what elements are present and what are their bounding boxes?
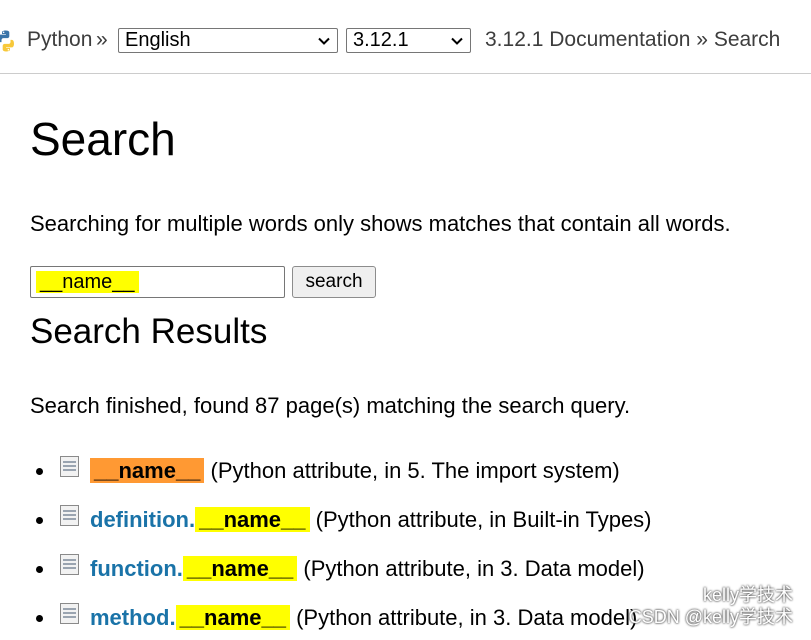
result-prefix: definition. <box>90 507 196 532</box>
search-status: Search finished, found 87 page(s) matchi… <box>30 393 631 418</box>
language-select[interactable]: English <box>118 28 338 53</box>
page-title: Search <box>30 113 176 165</box>
file-icon <box>60 505 79 526</box>
result-link[interactable]: method. __name__ <box>90 605 290 630</box>
chevron-down-icon <box>451 37 463 45</box>
result-prefix: method. <box>90 605 176 630</box>
breadcrumb-separator: » <box>96 28 108 51</box>
chevron-down-icon <box>318 37 330 45</box>
bullet <box>36 517 43 524</box>
watermark: kelly学技术 CSDN @kelly学技术 <box>629 584 793 628</box>
result-description: (Python attribute, in Built-in Types) <box>315 507 652 532</box>
result-description: (Python attribute, in 3. Data model) <box>303 556 645 581</box>
result-match-highlight: __name__ <box>90 458 205 483</box>
result-prefix: function. <box>90 556 183 581</box>
search-input[interactable]: __name__ <box>30 266 285 298</box>
breadcrumb-python-link[interactable]: Python <box>27 28 92 52</box>
bullet <box>36 468 43 475</box>
result-match-highlight: __name__ <box>175 605 290 630</box>
file-icon <box>60 554 79 575</box>
search-results-heading: Search Results <box>30 312 268 351</box>
result-link[interactable]: function. __name__ <box>90 556 298 581</box>
language-select-value: English <box>125 29 191 51</box>
search-input-value: __name__ <box>36 271 139 293</box>
version-select[interactable]: 3.12.1 <box>346 28 471 53</box>
search-button[interactable]: search <box>292 266 376 298</box>
search-note: Searching for multiple words only shows … <box>30 211 731 236</box>
file-icon <box>60 603 79 624</box>
watermark-line2: CSDN @kelly学技术 <box>628 607 793 627</box>
bullet <box>36 615 43 622</box>
bullet <box>36 566 43 573</box>
file-icon <box>60 456 79 477</box>
result-description: (Python attribute, in 3. Data model) <box>296 605 638 630</box>
python-logo-icon[interactable] <box>0 29 18 53</box>
result-match-highlight: __name__ <box>182 556 298 581</box>
top-navigation-bar: Python » English 3.12.1 3.12.1 Documenta… <box>0 0 811 74</box>
result-link[interactable]: definition. __name__ <box>90 507 310 532</box>
watermark-line1: kelly学技术 <box>702 585 793 605</box>
version-select-value: 3.12.1 <box>353 29 409 51</box>
breadcrumb-documentation[interactable]: 3.12.1 Documentation » Search <box>485 28 780 52</box>
result-match-highlight: __name__ <box>195 507 310 532</box>
result-description: (Python attribute, in 5. The import syst… <box>210 458 620 483</box>
result-link[interactable]: __name__ <box>90 458 205 483</box>
